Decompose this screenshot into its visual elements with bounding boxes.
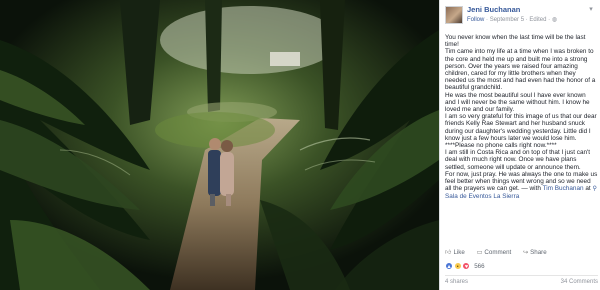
post-paragraph: ****Please no phone calls right now.**** — [445, 142, 557, 150]
like-label: Like — [453, 249, 465, 256]
meta-separator: · — [486, 17, 489, 23]
tagged-person-link[interactable]: Tim Buchanan — [543, 185, 584, 192]
post-footer: 4 shares 34 Comments — [445, 279, 598, 288]
like-reaction-icon: ▲ — [445, 262, 453, 270]
post-header: Jeni Buchanan Follow · September 5 · Edi… — [445, 4, 597, 28]
post-text: You never know when the last time will b… — [445, 34, 598, 201]
at-prefix: at — [585, 185, 591, 193]
garden-photo-scene — [0, 0, 439, 290]
meta-separator: · — [548, 17, 551, 23]
share-label: Share — [530, 249, 547, 256]
follow-link[interactable]: Follow — [467, 17, 484, 23]
author-avatar[interactable] — [445, 6, 463, 24]
post-photo[interactable] — [0, 0, 439, 290]
love-reaction-icon: ♥ — [462, 262, 471, 270]
post-date[interactable]: September 5 — [490, 17, 524, 23]
reaction-summary[interactable]: ▲ • ♥ 566 — [445, 262, 598, 272]
comment-button[interactable]: ▭ Comment — [477, 249, 517, 256]
chevron-down-icon[interactable]: ▾ — [587, 6, 595, 14]
post-paragraph: I am still in Costa Rica and on top of t… — [445, 149, 591, 171]
post-paragraph: He was the most beautiful soul I have ev… — [445, 91, 590, 114]
globe-icon: ◍ — [551, 17, 557, 23]
with-prefix: — with — [521, 185, 541, 193]
post-sidebar: Jeni Buchanan Follow · September 5 · Edi… — [439, 0, 600, 290]
post-paragraph: I am so very grateful for this image of … — [445, 113, 597, 142]
share-icon: ↪ — [522, 249, 529, 256]
author-name[interactable]: Jeni Buchanan — [467, 5, 520, 14]
post-paragraph: For now, just pray. He was always the on… — [445, 171, 598, 201]
reaction-count: 566 — [474, 262, 485, 270]
share-count-link[interactable]: 4 shares — [445, 279, 468, 285]
divider — [445, 275, 598, 276]
post-meta: Follow · September 5 · Edited · ◍ — [467, 16, 557, 23]
location-pin-icon: ⚲ — [592, 186, 597, 193]
place-link[interactable]: Sala de Eventos La Sierra — [445, 193, 519, 200]
post-paragraph: You never know when the last time will b… — [445, 34, 586, 49]
comment-count-link[interactable]: 34 Comments — [561, 279, 598, 285]
post-paragraph: Tim came into my life at a time when I w… — [445, 48, 596, 92]
post-actions: 👍︎ Like ▭ Comment ↪ Share — [445, 248, 598, 258]
comment-label: Comment — [484, 249, 512, 256]
thumbs-up-icon: 👍︎ — [445, 249, 452, 256]
comment-icon: ▭ — [476, 249, 483, 256]
edited-label[interactable]: Edited — [529, 17, 546, 23]
share-button[interactable]: ↪ Share — [523, 249, 552, 256]
like-button[interactable]: 👍︎ Like — [445, 249, 470, 256]
sad-reaction-icon: • — [453, 262, 462, 270]
meta-separator: · — [525, 17, 528, 23]
